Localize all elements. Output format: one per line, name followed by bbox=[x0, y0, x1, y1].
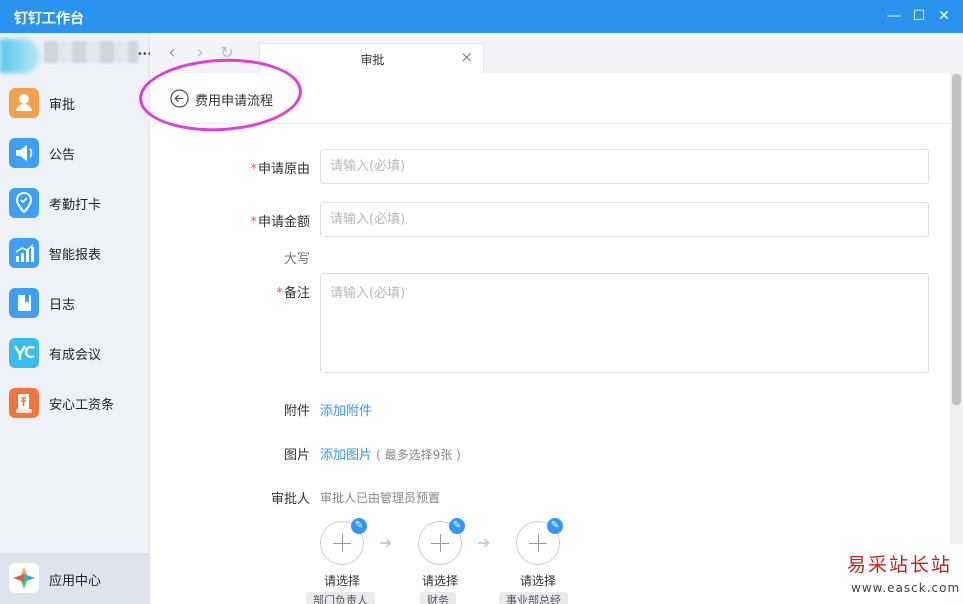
close-window-button[interactable]: ✕ bbox=[934, 6, 954, 26]
amount-label: *申请金额 bbox=[250, 215, 310, 230]
approver-select-label: 请选择 bbox=[421, 574, 458, 588]
megaphone-icon bbox=[9, 138, 39, 168]
required-mark: * bbox=[276, 286, 283, 301]
app-title: 钉钉工作台 bbox=[14, 11, 84, 27]
notebook-icon bbox=[9, 288, 39, 318]
uppercase-label: 大写 bbox=[283, 252, 310, 267]
image-limit-hint: ( 最多选择9张 ) bbox=[376, 448, 461, 462]
required-mark: * bbox=[250, 215, 257, 230]
sidebar-item-label: 智能报表 bbox=[49, 248, 102, 263]
user-profile[interactable]: ••• bbox=[0, 35, 153, 75]
sidebar: ••• 审批 公告 考勤打卡 智能报表 日志 有成会议 安心工资条 应用中心 bbox=[0, 33, 153, 604]
sidebar-item-attendance[interactable]: 考勤打卡 bbox=[0, 181, 150, 225]
main-content: 费用申请流程 *申请原由 *申请金额 大写 *备注 附件 添加附件 图片 添加图… bbox=[137, 54, 950, 604]
back-nav-icon[interactable]: ‹ bbox=[162, 43, 182, 63]
edit-pencil-icon[interactable]: ✎ bbox=[547, 518, 563, 534]
page-title: 费用申请流程 bbox=[195, 94, 274, 109]
sidebar-item-salary[interactable]: 安心工资条 bbox=[0, 381, 150, 425]
location-pin-icon bbox=[9, 188, 39, 218]
add-attachment-link[interactable]: 添加附件 bbox=[320, 400, 372, 419]
approver-node[interactable]: ✎ 请选择 事业部总经 bbox=[499, 518, 586, 604]
edit-pencil-icon[interactable]: ✎ bbox=[449, 518, 465, 534]
salary-slip-icon bbox=[9, 388, 39, 418]
watermark-url: www.easck.com bbox=[851, 581, 961, 595]
app-center-icon bbox=[9, 563, 39, 593]
image-label: 图片 bbox=[283, 448, 310, 463]
remark-textarea[interactable] bbox=[320, 273, 929, 373]
tab-label: 审批 bbox=[360, 53, 385, 67]
avatar bbox=[0, 39, 40, 73]
add-image-line: 添加图片 ( 最多选择9张 ) bbox=[320, 444, 461, 463]
attachment-label: 附件 bbox=[283, 404, 310, 419]
approver-note: 审批人已由管理员预置 bbox=[320, 491, 441, 505]
bar-chart-icon bbox=[9, 238, 39, 268]
flow-arrow-icon: ➜ bbox=[477, 533, 491, 552]
sidebar-item-label: 公告 bbox=[49, 148, 76, 163]
sidebar-item-approval[interactable]: 审批 bbox=[0, 81, 150, 125]
tab-approval[interactable]: 审批 × bbox=[259, 43, 484, 73]
sidebar-item-label: 审批 bbox=[49, 98, 76, 113]
back-arrow-icon[interactable] bbox=[170, 89, 189, 108]
blurred-username bbox=[44, 41, 138, 63]
reason-label: *申请原由 bbox=[250, 162, 310, 177]
sidebar-item-meeting[interactable]: 有成会议 bbox=[0, 331, 150, 375]
maximize-button[interactable]: ☐ bbox=[909, 6, 929, 26]
page-header: 费用申请流程 bbox=[137, 54, 950, 136]
sidebar-item-label: 安心工资条 bbox=[49, 398, 115, 413]
approver-role: 部门负责人 bbox=[306, 592, 375, 604]
sidebar-item-log[interactable]: 日志 bbox=[0, 281, 150, 325]
sidebar-item-label: 有成会议 bbox=[49, 348, 102, 363]
sidebar-item-label: 考勤打卡 bbox=[49, 198, 102, 213]
edit-pencil-icon[interactable]: ✎ bbox=[351, 518, 367, 534]
minimize-button[interactable]: — bbox=[884, 6, 904, 26]
add-image-link[interactable]: 添加图片 bbox=[320, 448, 372, 463]
sidebar-item-app-center[interactable]: 应用中心 bbox=[0, 553, 150, 604]
remark-label: *备注 bbox=[276, 286, 310, 301]
approver-select-label: 请选择 bbox=[519, 574, 556, 588]
title-bar: 钉钉工作台 — ☐ ✕ bbox=[0, 0, 963, 33]
reason-input[interactable] bbox=[320, 149, 929, 184]
approver-label: 审批人 bbox=[270, 492, 310, 507]
sidebar-item-smart-report[interactable]: 智能报表 bbox=[0, 231, 150, 275]
flow-arrow-icon: ➜ bbox=[379, 533, 393, 552]
required-mark: * bbox=[250, 162, 257, 177]
watermark: 易采站长站 www.easck.com bbox=[843, 544, 963, 604]
sidebar-item-label: 日志 bbox=[49, 298, 76, 313]
approver-select-label: 请选择 bbox=[323, 574, 360, 588]
meeting-icon bbox=[9, 338, 39, 368]
tab-close-icon[interactable]: × bbox=[460, 48, 473, 66]
approval-icon bbox=[9, 88, 39, 118]
vertical-scrollbar[interactable] bbox=[950, 73, 963, 604]
amount-input[interactable] bbox=[320, 202, 929, 237]
sidebar-item-announcement[interactable]: 公告 bbox=[0, 131, 150, 175]
watermark-text: 易采站长站 bbox=[847, 554, 953, 576]
approver-role: 事业部总经 bbox=[499, 592, 568, 604]
app-center-label: 应用中心 bbox=[49, 574, 102, 589]
approver-role: 财务 bbox=[420, 592, 456, 604]
scrollbar-thumb[interactable] bbox=[952, 74, 961, 405]
